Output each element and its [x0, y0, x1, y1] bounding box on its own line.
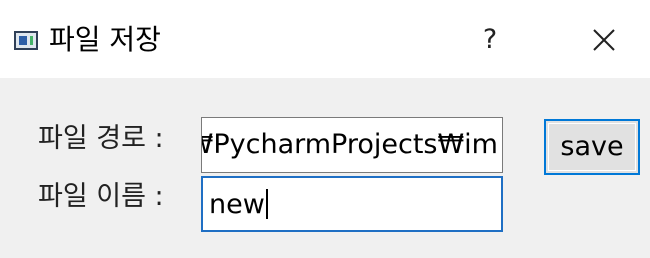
- help-button[interactable]: ?: [472, 20, 508, 60]
- file-path-input[interactable]: ₩PycharmProjects₩im: [201, 117, 503, 173]
- app-window-icon: [14, 31, 38, 50]
- file-path-value: ₩PycharmProjects₩im: [201, 129, 498, 160]
- close-button[interactable]: [584, 20, 624, 60]
- file-save-dialog: 파일 저장 ? 파일 경로 : ₩PycharmProjects₩im save…: [0, 0, 650, 258]
- close-icon: [593, 29, 615, 51]
- file-name-label: 파일 이름 :: [38, 181, 164, 212]
- file-name-value: new: [209, 189, 265, 220]
- file-path-label: 파일 경로 :: [38, 123, 164, 154]
- save-button[interactable]: save: [544, 119, 640, 175]
- title-bar: 파일 저장 ?: [0, 0, 650, 78]
- text-caret: [265, 189, 268, 219]
- file-name-input[interactable]: new: [201, 176, 503, 232]
- window-title: 파일 저장: [49, 23, 161, 56]
